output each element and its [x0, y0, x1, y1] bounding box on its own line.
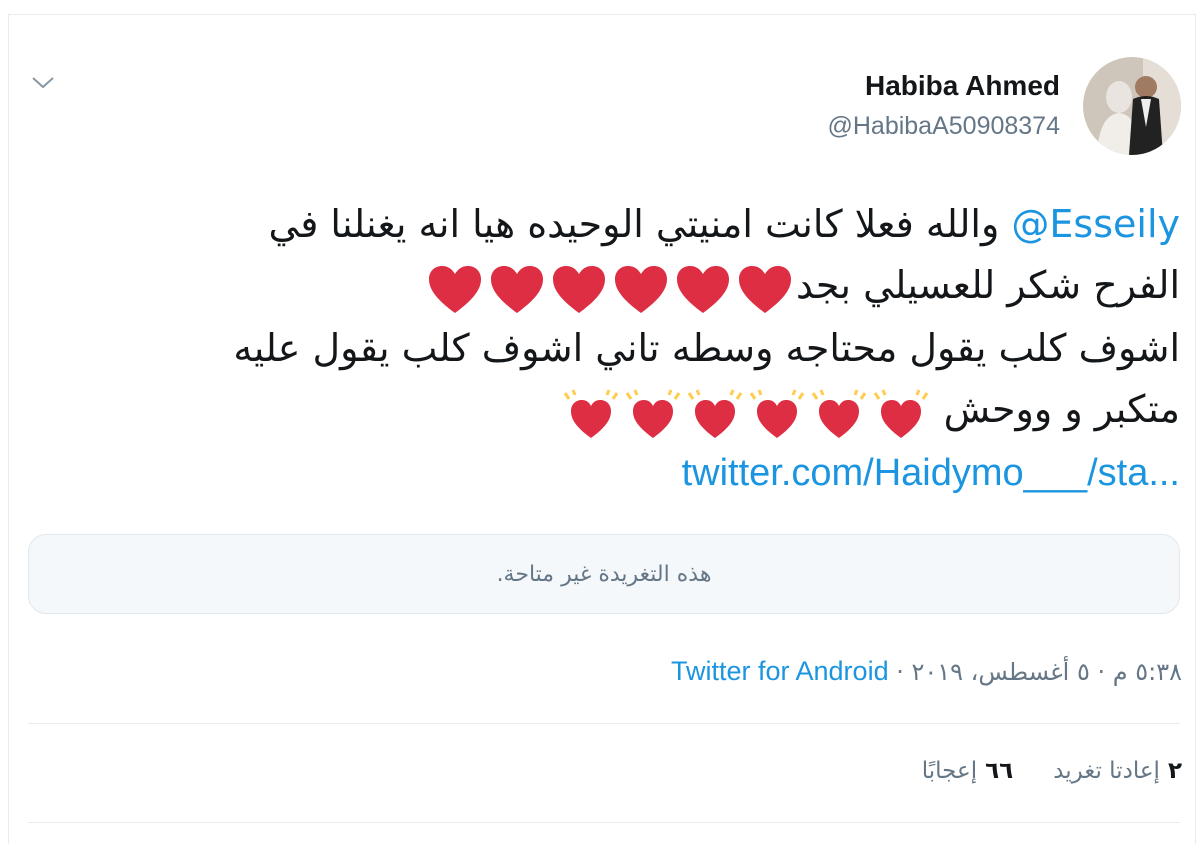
tweet-line-2: الفرح شكر للعسيلي بجد — [38, 255, 1180, 318]
tweet-link[interactable]: twitter.com/Haidymo___/sta... — [682, 452, 1180, 494]
growing-heart-icon — [625, 388, 680, 438]
red-heart-icon — [676, 265, 729, 313]
retweets-count: ٢ — [1167, 758, 1182, 784]
growing-heart-icon — [811, 388, 866, 438]
tweet-timestamp[interactable]: ٥:٣٨ م · ٥ أغسطس، ٢٠١٩ · — [889, 658, 1182, 686]
tweet-stats: ٢ إعادتا تغريد ٦٦ إعجابًا — [882, 758, 1182, 784]
divider — [28, 723, 1180, 724]
retweets-label: إعادتا تغريد — [1053, 758, 1160, 784]
red-hearts-group — [424, 257, 796, 318]
red-heart-icon — [490, 265, 543, 313]
growing-heart-icon — [563, 388, 618, 438]
growing-heart-icon — [873, 388, 928, 438]
tweet-metadata: ٥:٣٨ م · ٥ أغسطس، ٢٠١٩ · Twitter for And… — [671, 656, 1182, 687]
avatar[interactable] — [1083, 57, 1181, 155]
growing-hearts-group — [560, 381, 932, 442]
tweet-line-3-text: اشوف كلب يقول محتاجه وسطه تاني اشوف كلب … — [233, 326, 1180, 370]
red-heart-icon — [428, 265, 481, 313]
likes-stat[interactable]: ٦٦ إعجابًا — [922, 758, 1013, 784]
retweets-stat[interactable]: ٢ إعادتا تغريد — [1053, 758, 1182, 784]
likes-count: ٦٦ — [985, 758, 1014, 784]
tweet-line-5: twitter.com/Haidymo___/sta... — [38, 442, 1180, 504]
growing-heart-icon — [687, 388, 742, 438]
unavailable-text: هذه التغريدة غير متاحة. — [496, 561, 712, 587]
growing-heart-icon — [749, 388, 804, 438]
divider-bottom — [28, 822, 1180, 823]
tweet-line-2-text: الفرح شكر للعسيلي بجد — [795, 263, 1180, 307]
red-heart-icon — [614, 265, 667, 313]
mention-link[interactable]: @Esseily — [1011, 202, 1180, 246]
author-handle[interactable]: @HabibaA50908374 — [827, 112, 1060, 141]
author-name[interactable]: Habiba Ahmed — [865, 70, 1060, 102]
tweet-source[interactable]: Twitter for Android — [671, 656, 889, 686]
tweet-text: @Esseily والله فعلا كانت امنيتي الوحيده … — [38, 194, 1180, 504]
chevron-down-icon[interactable] — [30, 70, 56, 96]
tweet-line-4: متكبر و ووحش — [38, 379, 1180, 442]
red-heart-icon — [738, 265, 791, 313]
red-heart-icon — [552, 265, 605, 313]
tweet-line-1-text: والله فعلا كانت امنيتي الوحيده هيا انه ي… — [268, 202, 1000, 246]
tweet-line-1: @Esseily والله فعلا كانت امنيتي الوحيده … — [38, 194, 1180, 255]
tweet-line-3: اشوف كلب يقول محتاجه وسطه تاني اشوف كلب … — [38, 318, 1180, 379]
likes-label: إعجابًا — [921, 758, 978, 784]
quoted-tweet-unavailable: هذه التغريدة غير متاحة. — [28, 534, 1180, 614]
tweet-line-4-text: متكبر و ووحش — [943, 387, 1180, 431]
